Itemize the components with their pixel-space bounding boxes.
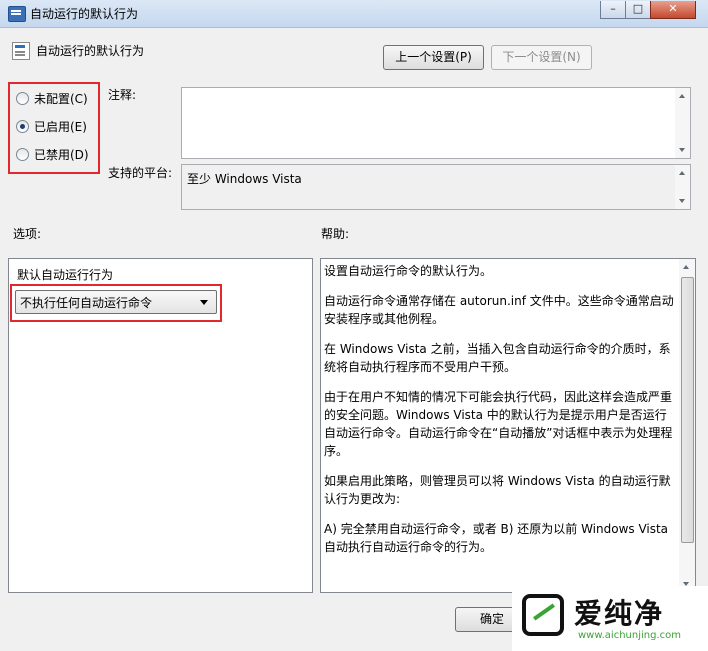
scroll-thumb[interactable] [681, 277, 694, 543]
help-paragraph: 自动运行命令通常存储在 autorun.inf 文件中。这些命令通常启动安装程序… [324, 294, 674, 326]
help-paragraph: 如果启用此策略，则管理员可以将 Windows Vista 的自动运行默认行为更… [324, 474, 671, 506]
autorun-behavior-label: 默认自动运行行为 [17, 268, 114, 282]
help-paragraph: 设置自动运行命令的默认行为。 [324, 264, 493, 278]
dropdown-selected-value: 不执行任何自动运行命令 [20, 296, 153, 310]
help-text: 设置自动运行命令的默认行为。 自动运行命令通常存储在 autorun.inf 文… [324, 262, 676, 568]
chevron-down-icon[interactable] [200, 300, 208, 305]
help-scrollbar[interactable] [679, 259, 695, 592]
comment-textarea[interactable] [181, 87, 691, 159]
platform-field: 至少 Windows Vista [181, 164, 691, 210]
policy-setting-icon [12, 42, 30, 60]
radio-enabled-circle[interactable] [16, 120, 29, 133]
title-bar: 自动运行的默认行为 – □ ✕ [0, 0, 708, 28]
help-paragraph: 在 Windows Vista 之前，当插入包含自动运行命令的介质时，系统将自动… [324, 342, 671, 374]
help-paragraph: 由于在用户不知情的情况下可能会执行代码，因此这样会造成严重的安全问题。Windo… [324, 390, 673, 458]
policy-app-icon [8, 6, 26, 22]
platform-value: 至少 Windows Vista [187, 172, 302, 186]
maximize-button[interactable]: □ [625, 1, 651, 19]
radio-enabled-label: 已启用(E) [34, 120, 87, 134]
setting-title: 自动运行的默认行为 [36, 44, 145, 58]
window-title: 自动运行的默认行为 [30, 7, 139, 21]
radio-disabled-label: 已禁用(D) [34, 148, 89, 162]
comment-scrollbar[interactable] [675, 88, 690, 158]
watermark-text: 爱纯净 [574, 597, 665, 630]
platform-scrollbar[interactable] [675, 165, 690, 209]
help-panel: 设置自动运行命令的默认行为。 自动运行命令通常存储在 autorun.inf 文… [320, 258, 696, 593]
autorun-behavior-dropdown[interactable]: 不执行任何自动运行命令 [15, 290, 217, 314]
radio-disabled-circle[interactable] [16, 148, 29, 161]
radio-not-configured-circle[interactable] [16, 92, 29, 105]
help-label: 帮助: [321, 227, 350, 241]
help-paragraph: A) 完全禁用自动运行命令，或者 B) 还原为以前 Windows Vista … [324, 522, 669, 554]
radio-not-configured-label: 未配置(C) [34, 92, 88, 106]
close-button[interactable]: ✕ [650, 1, 696, 19]
radio-disabled[interactable]: 已禁用(D) [16, 145, 92, 163]
radio-enabled[interactable]: 已启用(E) [16, 117, 92, 135]
watermark-url: www.aichunjing.com [578, 630, 681, 641]
scroll-up-icon[interactable] [679, 171, 685, 175]
next-setting-button[interactable]: 下一个设置(N) [491, 45, 592, 70]
scroll-down-icon[interactable] [679, 199, 685, 203]
comment-label: 注释: [108, 88, 137, 102]
scroll-up-icon[interactable] [683, 265, 689, 269]
watermark-logo-icon [522, 594, 564, 636]
options-label: 选项: [13, 227, 42, 241]
radio-not-configured[interactable]: 未配置(C) [16, 89, 92, 107]
platform-label: 支持的平台: [108, 166, 173, 180]
previous-setting-button[interactable]: 上一个设置(P) [383, 45, 484, 70]
scroll-up-icon[interactable] [679, 94, 685, 98]
minimize-button[interactable]: – [600, 1, 626, 19]
scroll-down-icon[interactable] [679, 148, 685, 152]
